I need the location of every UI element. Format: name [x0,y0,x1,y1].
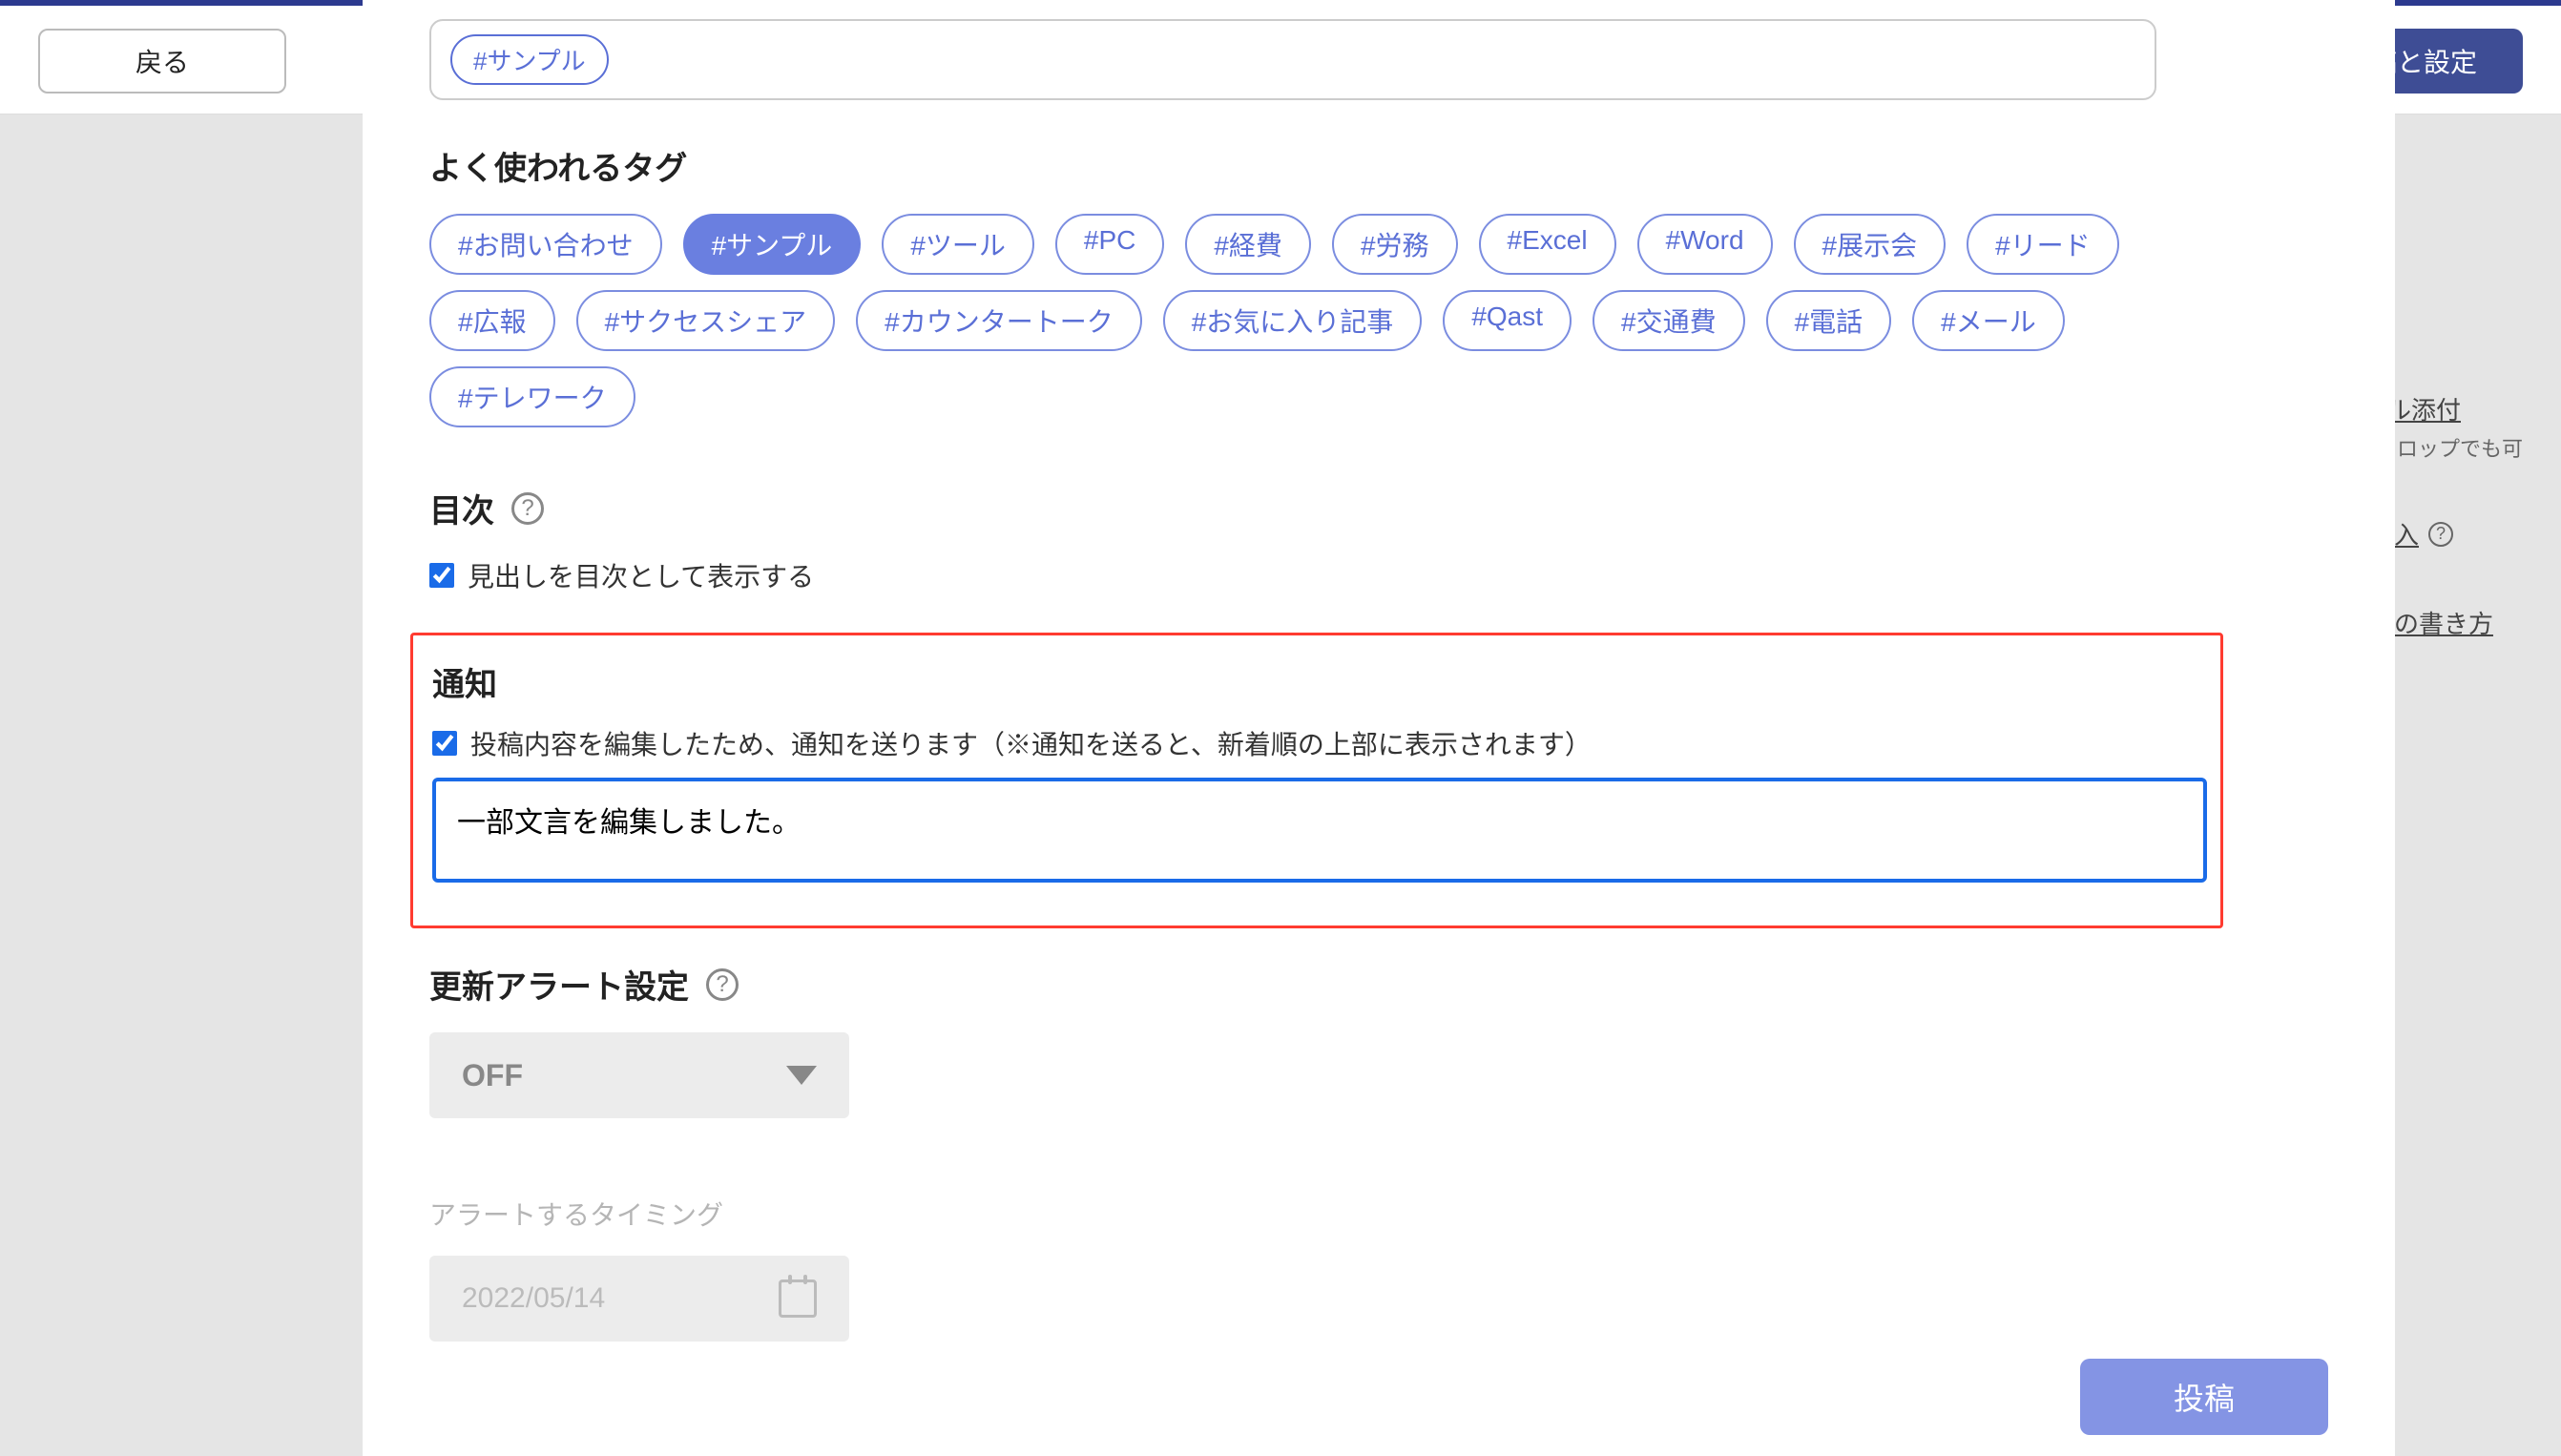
tag-pill[interactable]: #お問い合わせ [429,214,662,275]
notify-section-highlight: 通知 投稿内容を編集したため、通知を送ります（※通知を送ると、新着順の上部に表示… [410,633,2223,928]
tag-pill[interactable]: #交通費 [1593,290,1745,351]
help-icon[interactable]: ? [2428,522,2453,547]
submit-button[interactable]: 投稿 [2080,1359,2328,1435]
post-editor-modal: #サンプル よく使われるタグ #お問い合わせ #サンプル #ツール #PC #経費 #労務… [363,0,2395,1456]
toc-heading: 目次 ? [429,485,2357,531]
tag-pill[interactable]: #広報 [429,290,555,351]
notify-checkbox-row[interactable]: 投稿内容を編集したため、通知を送ります（※通知を送ると、新着順の上部に表示されま… [432,724,2201,762]
tag-pill[interactable]: #カウンタートーク [856,290,1142,351]
tag-pill[interactable]: #展示会 [1794,214,1947,275]
tag-pill[interactable]: #PC [1055,214,1164,275]
help-icon[interactable]: ? [706,968,739,1001]
tag-pill[interactable]: #テレワーク [429,366,635,427]
toc-checkbox-row[interactable]: 見出しを目次として表示する [429,556,2357,594]
alert-heading: 更新アラート設定 ? [429,961,2357,1008]
calendar-icon [779,1279,817,1318]
tag-pill[interactable]: #サンプル [683,214,862,275]
alert-date-value: 2022/05/14 [462,1282,605,1315]
tag-pill[interactable]: #電話 [1766,290,1892,351]
chevron-down-icon [786,1066,817,1085]
alert-heading-text: 更新アラート設定 [429,961,689,1008]
back-button[interactable]: 戻る [38,29,286,94]
alert-timing-label: アラートするタイミング [429,1195,2357,1233]
tag-pill[interactable]: #メール [1912,290,2065,351]
notify-heading: 通知 [432,658,2201,705]
toc-checkbox[interactable] [429,563,454,588]
notify-checkbox-label: 投稿内容を編集したため、通知を送ります（※通知を送ると、新着順の上部に表示されま… [470,724,1592,762]
toc-heading-text: 目次 [429,485,494,531]
tag-input-field[interactable]: #サンプル [429,19,2156,100]
tag-pill[interactable]: #経費 [1185,214,1311,275]
tag-pill[interactable]: #Excel [1479,214,1616,275]
tag-pill[interactable]: #お気に入り記事 [1163,290,1423,351]
notify-checkbox[interactable] [432,731,457,756]
notify-heading-text: 通知 [432,658,497,705]
common-tags-heading-text: よく使われるタグ [429,142,687,189]
footer-submit-area: 投稿 [2080,1359,2328,1435]
alert-date-field: 2022/05/14 [429,1256,849,1342]
tag-chip-current[interactable]: #サンプル [450,34,609,85]
common-tags-row: #お問い合わせ #サンプル #ツール #PC #経費 #労務 #Excel #Word #展示会… [429,214,2156,427]
tag-pill[interactable]: #ツール [882,214,1034,275]
tag-pill[interactable]: #Word [1637,214,1773,275]
notify-message-textarea[interactable] [432,778,2207,883]
alert-select[interactable]: OFF [429,1032,849,1118]
alert-select-value: OFF [462,1058,523,1093]
toc-checkbox-label: 見出しを目次として表示する [468,556,814,594]
tag-pill[interactable]: #労務 [1332,214,1458,275]
tag-pill[interactable]: #Qast [1443,290,1572,351]
tag-pill[interactable]: #リード [1967,214,2119,275]
common-tags-heading: よく使われるタグ [429,142,2357,189]
tag-pill[interactable]: #サクセスシェア [576,290,836,351]
help-icon[interactable]: ? [511,492,544,525]
